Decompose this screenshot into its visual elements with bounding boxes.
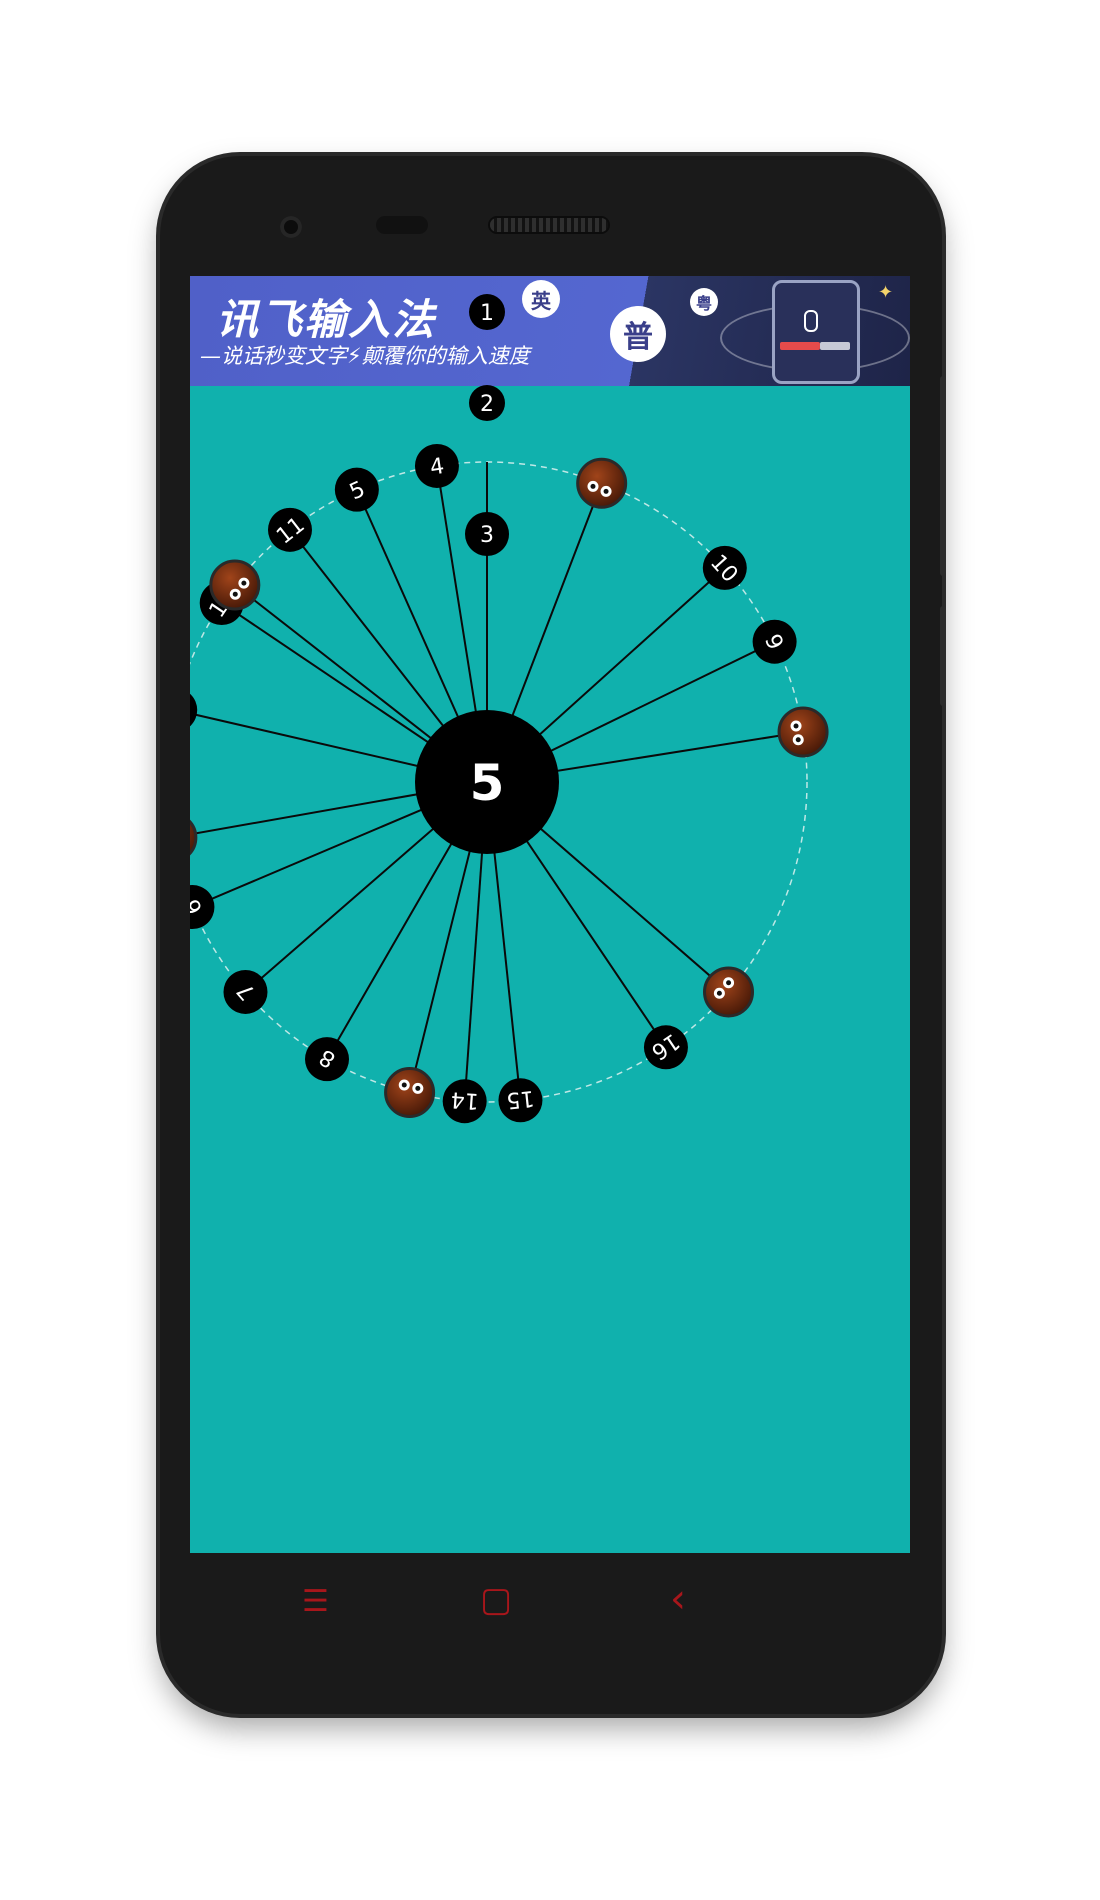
earpiece-speaker xyxy=(490,218,608,232)
stuck-pin: 8 xyxy=(305,1037,349,1082)
obstacle-bug-icon xyxy=(703,966,755,1018)
obstacle-pupil xyxy=(401,1082,407,1088)
stuck-pin: 14 xyxy=(442,1079,487,1124)
obstacle-body xyxy=(384,1066,436,1118)
queued-pin[interactable]: 1 xyxy=(469,294,505,330)
obstacle-pupil xyxy=(795,737,801,743)
obstacle-body xyxy=(777,706,829,758)
obstacle-pupil xyxy=(716,990,722,996)
obstacle-pupil xyxy=(241,580,247,586)
volume-button xyxy=(940,606,946,706)
obstacle-body xyxy=(576,457,628,509)
queued-pin[interactable]: 2 xyxy=(469,385,505,421)
android-navbar: ☰ ▢ ‹ xyxy=(160,1556,942,1716)
pin-ball xyxy=(190,693,198,727)
obstacle-bug-icon xyxy=(209,559,261,611)
pin-label: 2 xyxy=(480,392,494,417)
obstacle-pupil xyxy=(590,483,596,489)
obstacle-bug-icon xyxy=(576,457,628,509)
home-icon[interactable]: ▢ xyxy=(480,1580,512,1620)
obstacle-body xyxy=(190,819,198,856)
obstacle-pupil xyxy=(232,591,238,597)
queued-pin[interactable]: 3 xyxy=(465,512,509,556)
obstacle-bug-icon xyxy=(384,1066,436,1118)
stuck-pin: 4 xyxy=(414,443,459,488)
power-button xyxy=(940,376,946,576)
stuck-pin: 11 xyxy=(267,507,312,552)
obstacle-pupil xyxy=(726,980,732,986)
pin-label: 3 xyxy=(480,523,494,548)
stuck-pin: 15 xyxy=(498,1078,543,1123)
front-camera-icon xyxy=(280,216,302,238)
stuck-pin: 16 xyxy=(643,1025,688,1070)
stuck-pin: 6 xyxy=(190,885,215,930)
back-icon[interactable]: ‹ xyxy=(670,1576,686,1622)
game-screen[interactable]: 讯飞输入法 —说话秒变文字⚡颠覆你的输入速度 英 普 粤 ✦ 451091112… xyxy=(190,276,910,1553)
stuck-pin: 5 xyxy=(334,467,379,512)
proximity-sensor xyxy=(376,216,428,234)
phone-frame: 讯飞输入法 —说话秒变文字⚡颠覆你的输入速度 英 普 粤 ✦ 451091112… xyxy=(160,156,946,1716)
level-number: 5 xyxy=(470,754,505,812)
obstacle-body xyxy=(209,559,261,611)
menu-icon[interactable]: ☰ xyxy=(302,1584,329,1619)
pin-label: 14 xyxy=(450,1086,480,1113)
obstacle-pupil xyxy=(793,723,799,729)
stuck-pin: 9 xyxy=(752,619,797,664)
game-board[interactable]: 45109111213678141516 5 123 xyxy=(190,276,910,1553)
obstacle-bug-icon xyxy=(777,706,829,758)
stuck-pin: 13 xyxy=(190,693,198,727)
obstacle-pupil xyxy=(603,488,609,494)
obstacle-pupil xyxy=(415,1085,421,1091)
pin-label: 15 xyxy=(505,1085,535,1113)
obstacle-body xyxy=(703,966,755,1018)
obstacle-bug-icon xyxy=(190,819,198,856)
stuck-pin: 7 xyxy=(223,969,268,1014)
pin-label: 1 xyxy=(480,301,494,326)
stuck-pin: 10 xyxy=(702,545,747,590)
